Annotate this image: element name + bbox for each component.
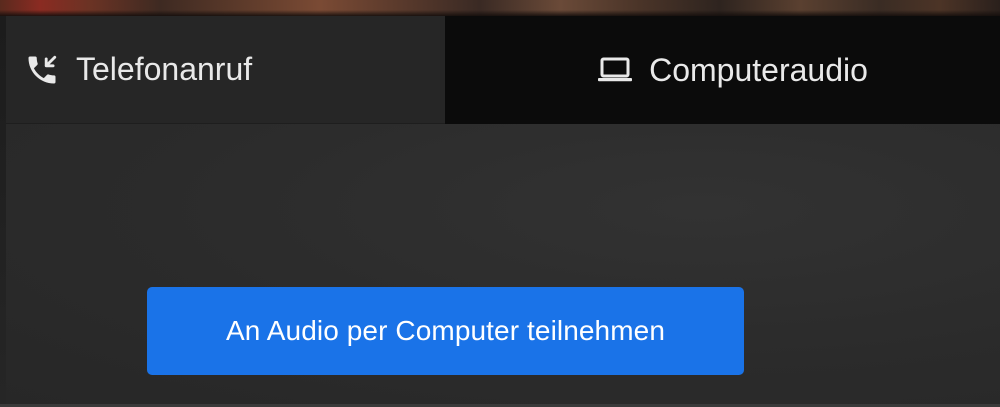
tab-computer-audio[interactable]: Computeraudio (445, 16, 1000, 124)
computer-audio-content: An Audio per Computer teilnehmen (6, 124, 1000, 404)
tab-phone-call-label: Telefonanruf (76, 51, 253, 87)
video-background-strip (0, 0, 1000, 16)
tab-computer-audio-label: Computeraudio (649, 51, 868, 88)
laptop-icon (597, 55, 633, 85)
audio-panel: Telefonanruf Computeraudio An Audio per … (6, 16, 1000, 404)
audio-tabs: Telefonanruf Computeraudio (6, 16, 1000, 135)
tab-phone-call[interactable]: Telefonanruf (6, 16, 445, 124)
phone-incoming-icon (24, 52, 60, 88)
join-computer-audio-button[interactable]: An Audio per Computer teilnehmen (147, 287, 744, 375)
audio-join-dialog: Telefonanruf Computeraudio An Audio per … (0, 0, 1000, 407)
